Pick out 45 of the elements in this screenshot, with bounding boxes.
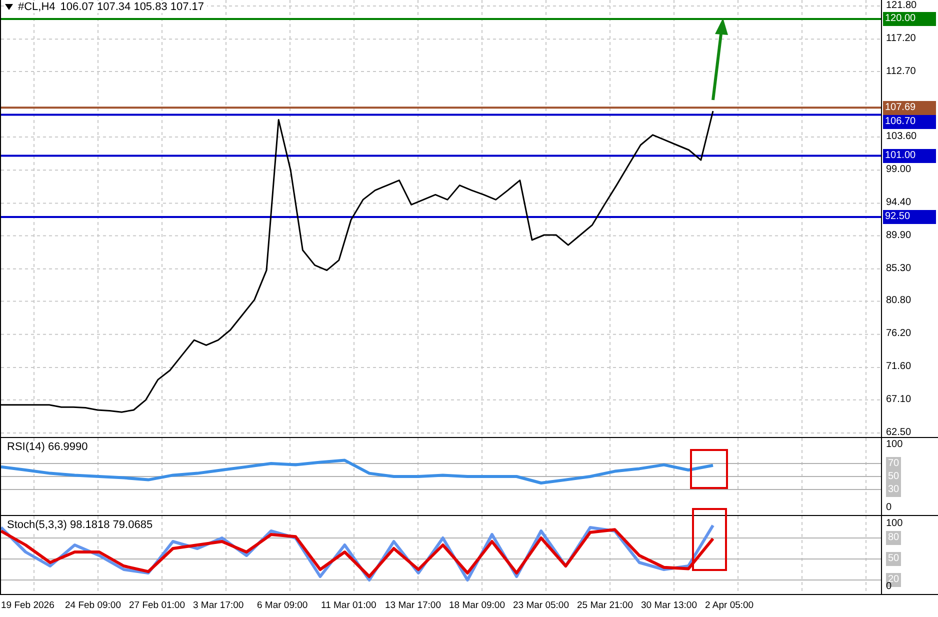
time-label: 30 Mar 13:00	[641, 600, 698, 610]
time-label: 23 Mar 05:00	[513, 600, 570, 610]
axis-label: 70	[886, 456, 902, 470]
axis-label: 103.60	[886, 130, 917, 144]
time-label: 2 Apr 05:00	[705, 600, 755, 610]
time-label: 6 Mar 09:00	[257, 600, 309, 610]
axis-label: 112.70	[886, 64, 916, 79]
axis-label: 80.80	[886, 294, 912, 308]
time-label: 19 Feb 2026	[1, 600, 56, 610]
quote-values: 106.07 107.34 105.83 107.17	[60, 1, 204, 13]
axis-label: 100	[886, 517, 903, 531]
dropdown-triangle-icon[interactable]	[5, 4, 13, 10]
axis-label: 0	[886, 501, 892, 515]
time-label: 3 Mar 17:00	[193, 600, 245, 610]
time-label: 13 Mar 17:00	[385, 600, 442, 610]
indicator-title: Stoch(5,3,3) 98.1818 79.0685	[7, 519, 153, 531]
axis-label: 80	[886, 531, 902, 545]
indicator-title: RSI(14) 66.9990	[7, 441, 88, 453]
price-tag: 120.00	[883, 12, 936, 26]
axis-label: 100	[886, 438, 903, 452]
axis-label: 121.80	[886, 0, 917, 13]
axis-label: 94.40	[886, 196, 912, 210]
axis-label: 62.50	[886, 426, 912, 440]
price-tag: 106.70	[883, 114, 936, 129]
axis-label: 30	[886, 482, 902, 496]
price-tag: 92.50	[883, 210, 936, 224]
axis-label: 85.30	[886, 262, 912, 276]
axis-label: 71.60	[886, 360, 912, 374]
axis-label: 76.20	[886, 327, 912, 342]
axis-label: 89.90	[886, 228, 912, 243]
axis-label: 67.10	[886, 392, 912, 407]
time-label: 25 Mar 21:00	[577, 600, 634, 610]
highlight-frame	[690, 449, 728, 489]
time-label: 11 Mar 01:00	[321, 600, 378, 610]
symbol-label: #CL,H4	[18, 1, 56, 13]
time-label: 24 Feb 09:00	[65, 600, 122, 610]
price-tag: 101.00	[883, 148, 936, 163]
price-tag: 107.69	[883, 100, 936, 115]
axis-label: 50	[886, 552, 902, 566]
time-label: 27 Feb 01:00	[129, 600, 186, 610]
axis-label: 99.00	[886, 163, 912, 178]
axis-label: 50	[886, 470, 902, 484]
axis-label: 117.20	[886, 32, 916, 46]
highlight-frame	[692, 508, 727, 571]
time-label: 18 Mar 09:00	[449, 600, 506, 610]
